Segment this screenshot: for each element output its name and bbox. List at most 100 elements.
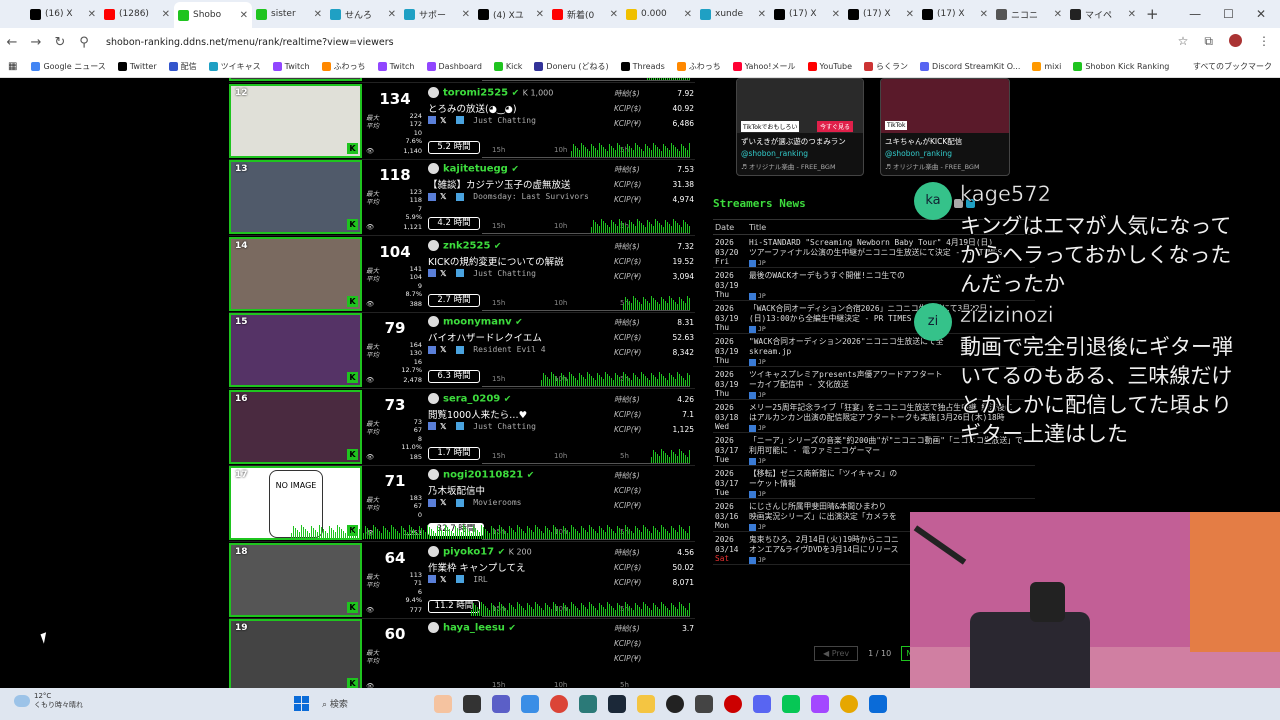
app-icon[interactable] bbox=[666, 695, 684, 713]
apps-icon[interactable]: ▦ bbox=[8, 61, 17, 72]
bookmark-item[interactable]: Discord StreamKit O... bbox=[920, 62, 1020, 71]
tab-7[interactable]: 新着(0 ✕ bbox=[548, 3, 622, 25]
streamer-name[interactable]: moonymanv ✔ bbox=[428, 316, 523, 328]
stream-thumbnail[interactable]: K bbox=[229, 78, 362, 81]
tab-close-icon[interactable]: ✕ bbox=[536, 9, 544, 20]
tab-9[interactable]: xunde ✕ bbox=[696, 3, 770, 25]
ranking-row[interactable]: NO IMAGE17K71最大183平均670👁1,253nogi2011082… bbox=[229, 466, 695, 542]
avatar[interactable] bbox=[1229, 34, 1242, 47]
reload-icon[interactable]: ↻ bbox=[48, 35, 72, 50]
weather-widget[interactable]: 12°C くもり時々晴れ bbox=[14, 692, 83, 710]
bookmark-item[interactable]: Yahoo!メール bbox=[732, 61, 796, 72]
extensions-icon[interactable]: ⧉ bbox=[1204, 34, 1213, 49]
tab-close-icon[interactable]: ✕ bbox=[388, 9, 396, 20]
stream-thumbnail[interactable]: 14 K bbox=[229, 236, 362, 311]
bookmark-item[interactable]: Twitter bbox=[117, 62, 157, 71]
minimize-icon[interactable]: — bbox=[1189, 7, 1201, 21]
bookmark-item[interactable]: 配信 bbox=[168, 61, 197, 72]
app-icon[interactable] bbox=[492, 695, 510, 713]
app-icon[interactable] bbox=[579, 695, 597, 713]
news-title-text[interactable]: 【移転】ゼニス商新館に「ツイキャス」の ーケット情報 bbox=[749, 469, 1034, 489]
tab-close-icon[interactable]: ✕ bbox=[1054, 9, 1062, 20]
maximize-icon[interactable]: ☐ bbox=[1223, 7, 1234, 21]
streamer-name[interactable]: toromi2525 ✔ K 1,000 bbox=[428, 86, 553, 98]
app-icon[interactable] bbox=[840, 695, 858, 713]
bookmark-item[interactable]: Shobon Kick Ranking bbox=[1073, 62, 1169, 71]
app-icon[interactable] bbox=[463, 695, 481, 713]
forward-icon[interactable]: → bbox=[24, 35, 48, 50]
stream-thumbnail[interactable]: 19 K bbox=[229, 619, 362, 688]
tab-13[interactable]: ニコニ ✕ bbox=[992, 3, 1066, 25]
stream-thumbnail[interactable]: 16 K bbox=[229, 389, 362, 464]
tab-close-icon[interactable]: ✕ bbox=[980, 9, 988, 20]
tiktok-handle[interactable]: @shobon_ranking bbox=[885, 149, 952, 158]
line-icon[interactable] bbox=[782, 695, 800, 713]
bookmark-item[interactable]: ふわっち bbox=[321, 61, 366, 72]
tab-close-icon[interactable]: ✕ bbox=[462, 9, 470, 20]
tab-4[interactable]: せんろ ✕ bbox=[326, 3, 400, 25]
stream-thumbnail[interactable]: 15 K bbox=[229, 313, 362, 387]
streamer-name[interactable]: sera_0209 ✔ bbox=[428, 392, 511, 404]
tiktok-card[interactable]: TikTokでおもしろい 今すぐ見る ずいえきが選ぶ遊のつまみラン @shobon_r… bbox=[736, 78, 864, 176]
steam-icon[interactable] bbox=[608, 695, 626, 713]
tab-0[interactable]: (16) X ✕ bbox=[26, 3, 100, 25]
record-icon[interactable] bbox=[724, 695, 742, 713]
ranking-row[interactable]: 19 K 60 最大 平均 👁 haya_leesu ✔ 時給($) 3.7 KCIP($) KC… bbox=[229, 619, 695, 688]
streamer-name[interactable]: znk2525 ✔ bbox=[428, 239, 501, 251]
x-icon[interactable]: 𝕏 bbox=[440, 422, 446, 431]
taskbar-search[interactable]: ⌕ 検索 bbox=[322, 697, 348, 710]
chrome-icon[interactable] bbox=[550, 695, 568, 713]
tab-11[interactable]: (17) X ✕ bbox=[844, 3, 918, 25]
tiktok-handle[interactable]: @shobon_ranking bbox=[741, 149, 808, 158]
tab-12[interactable]: (17) X ✕ bbox=[918, 3, 992, 25]
ranking-row[interactable]: 13 K 118 最大 123 平均 118 7 5.9% 👁 1,121 kajitetuegg ✔… bbox=[229, 160, 695, 236]
folder-icon[interactable] bbox=[637, 695, 655, 713]
ranking-row[interactable]: 18 K 64 最大 113 平均 71 6 9.4% 👁 777 piyoko17 ✔ K 200 作… bbox=[229, 542, 695, 619]
bookmark-item[interactable]: Kick bbox=[493, 62, 522, 71]
url-field[interactable]: shobon-ranking.ddns.net/menu/rank/realti… bbox=[106, 37, 394, 48]
streamer-name[interactable]: kajitetuegg ✔ bbox=[428, 163, 519, 175]
bookmark-item[interactable]: ツイキャス bbox=[208, 61, 261, 72]
bookmark-item[interactable]: Twitch bbox=[377, 62, 415, 71]
streamer-name[interactable]: haya_leesu ✔ bbox=[428, 622, 516, 634]
tab-close-icon[interactable]: ✕ bbox=[1128, 9, 1136, 20]
stream-thumbnail[interactable]: 13 K bbox=[229, 160, 362, 234]
site-info-icon[interactable]: ⚲ bbox=[72, 35, 96, 50]
news-row[interactable]: 2026 03/17 Tue 【移転】ゼニス商新館に「ツイキャス」の ーケット情報 JP bbox=[713, 466, 1035, 499]
ranking-row[interactable]: 12 K 134 最大 224 平均 172 10 7.6% 👁 1,140 toromi2525 ✔… bbox=[229, 83, 695, 160]
back-icon[interactable]: ← bbox=[0, 35, 24, 50]
close-icon[interactable]: ✕ bbox=[1256, 7, 1266, 21]
bookmark-item[interactable]: Google ニュース bbox=[31, 61, 106, 72]
x-icon[interactable]: 𝕏 bbox=[440, 269, 446, 278]
tab-close-icon[interactable]: ✕ bbox=[832, 9, 840, 20]
discord-icon[interactable] bbox=[753, 695, 771, 713]
all-bookmarks[interactable]: すべてのブックマーク bbox=[1193, 61, 1272, 72]
streamer-name[interactable]: nogi20110821 ✔ bbox=[428, 469, 534, 481]
app-icon[interactable] bbox=[695, 695, 713, 713]
menu-icon[interactable]: ⋮ bbox=[1258, 34, 1270, 49]
app-icon[interactable] bbox=[869, 695, 887, 713]
tab-close-icon[interactable]: ✕ bbox=[314, 9, 322, 20]
streamer-name[interactable]: piyoko17 ✔ K 200 bbox=[428, 545, 532, 557]
bookmark-item[interactable]: mixi bbox=[1032, 62, 1061, 71]
bookmark-item[interactable]: YouTube bbox=[807, 62, 852, 71]
tab-1[interactable]: (1286) ✕ bbox=[100, 3, 174, 25]
tab-10[interactable]: (17) X ✕ bbox=[770, 3, 844, 25]
tab-2[interactable]: Shobo ✕ bbox=[174, 2, 252, 28]
bookmark-item[interactable]: Dashboard bbox=[426, 62, 482, 71]
x-icon[interactable]: 𝕏 bbox=[440, 116, 446, 125]
bookmark-item[interactable]: Threads bbox=[620, 62, 665, 71]
new-tab-icon[interactable]: + bbox=[1146, 5, 1159, 23]
x-icon[interactable]: 𝕏 bbox=[440, 498, 446, 507]
x-icon[interactable]: 𝕏 bbox=[440, 192, 446, 201]
tab-close-icon[interactable]: ✕ bbox=[240, 10, 248, 21]
start-icon[interactable] bbox=[294, 696, 309, 711]
ranking-row[interactable]: K最大206平均17263.8%👁331 ✔ サープす粉碰♡癒しシスターも民も癒… bbox=[229, 78, 695, 83]
tab-14[interactable]: マイペ ✕ bbox=[1066, 3, 1140, 25]
app-icon[interactable] bbox=[434, 695, 452, 713]
tab-3[interactable]: sister ✕ bbox=[252, 3, 326, 25]
tab-6[interactable]: (4) Xユ ✕ bbox=[474, 3, 548, 25]
tab-close-icon[interactable]: ✕ bbox=[162, 9, 170, 20]
x-icon[interactable]: 𝕏 bbox=[440, 575, 446, 584]
tiktok-card[interactable]: TikTok ユキちゃんがKICK配信 @shobon_ranking ♬ オリジナル… bbox=[880, 78, 1010, 176]
